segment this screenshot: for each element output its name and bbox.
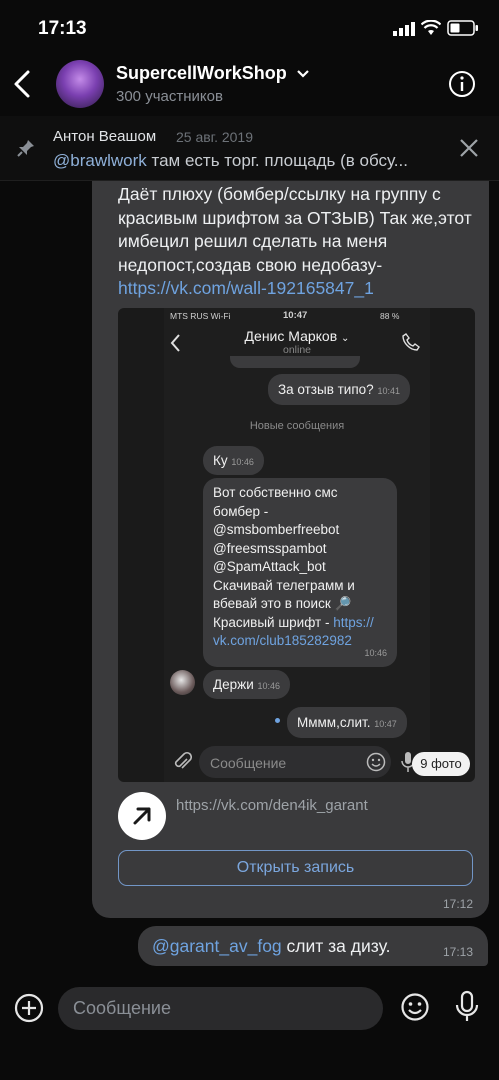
embed-msg-time: 10:47 xyxy=(374,719,397,729)
plus-circle-icon xyxy=(14,993,44,1023)
chat-avatar[interactable] xyxy=(56,60,104,108)
embed-msg-hold: Держи 10:46 xyxy=(203,670,291,699)
embed-unread-dot xyxy=(275,718,280,723)
signal-icon xyxy=(393,22,417,41)
embed-sender-avatar xyxy=(170,670,195,695)
embed-msg-mmm: Мммм,слит. 10:47 xyxy=(287,707,407,738)
pinned-body: там есть торг. площадь (в обсу... xyxy=(146,151,408,170)
chat-member-count: 300 участников xyxy=(116,88,223,105)
embed-status-time: 10:47 xyxy=(283,310,308,321)
microphone-icon xyxy=(455,990,479,1021)
embed-msg-ku: Ку 10:46 xyxy=(203,446,264,475)
embed-contact-name-text: Денис Марков xyxy=(244,328,338,344)
embed-contact-name: Денис Марков ⌄ xyxy=(164,328,430,344)
embed-chevron-icon: ⌄ xyxy=(341,333,350,344)
back-button[interactable] xyxy=(8,64,38,104)
pinned-message-bar[interactable] xyxy=(0,116,499,181)
status-time: 17:13 xyxy=(38,18,87,39)
message2-time: 17:13 xyxy=(443,945,474,959)
pinned-author: Антон Веашом xyxy=(53,128,157,145)
message-input-placeholder: Сообщение xyxy=(73,998,171,1018)
link-preview-url[interactable]: https://vk.com/den4ik_garant xyxy=(176,797,368,814)
embed-input-placeholder: Сообщение xyxy=(210,755,287,771)
share-link-button[interactable] xyxy=(118,792,166,840)
chevron-left-icon xyxy=(14,70,30,98)
embed-carrier: MTS RUS Wi-Fi xyxy=(170,311,231,321)
pinned-text: @brawlwork там есть торг. площадь (в обс… xyxy=(53,151,408,171)
embed-contact-status: online xyxy=(282,344,312,356)
unpin-button[interactable] xyxy=(458,137,480,164)
embed-msg-mmm-text: Мммм,слит. xyxy=(297,715,371,730)
pin-icon xyxy=(16,138,36,163)
embed-msg-long: Вот собственно смс бомбер - @smsbomberfr… xyxy=(203,478,397,667)
wifi-icon xyxy=(420,19,442,41)
message2-text: @garant_av_fog слит за дизу. xyxy=(152,936,390,957)
embed-attach-icon xyxy=(172,750,193,779)
chevron-down-icon xyxy=(296,70,309,78)
embed-emoji-icon xyxy=(366,752,386,777)
embed-msg-review: За отзыв типо? 10:41 xyxy=(268,374,410,405)
embed-msg-time: 10:46 xyxy=(364,648,387,658)
message-time: 17:12 xyxy=(443,897,474,911)
embed-msg-review-text: За отзыв типо? xyxy=(278,382,374,397)
photo-count-badge[interactable]: 9 фото xyxy=(412,752,470,776)
message-link[interactable]: https://vk.com/wall-192165847_1 xyxy=(118,278,374,298)
emoji-button[interactable] xyxy=(400,992,430,1027)
open-post-button[interactable]: Открыть запись xyxy=(118,850,473,886)
chat-title-text: SupercellWorkShop xyxy=(116,63,287,83)
embed-new-messages-divider: Новые сообщения xyxy=(249,420,345,432)
message-text: Даёт плюху (бомбер/ссылку на группу с кр… xyxy=(118,183,478,301)
arrow-up-right-icon xyxy=(133,807,151,825)
message2-body: слит за дизу. xyxy=(281,936,391,956)
info-button[interactable] xyxy=(448,70,476,98)
voice-message-button[interactable] xyxy=(453,990,481,1029)
embed-battery: 88 % xyxy=(380,311,400,321)
embed-msg-time: 10:46 xyxy=(257,681,281,691)
embed-msg-ku-text: Ку xyxy=(213,453,228,468)
close-icon xyxy=(460,139,478,157)
pinned-mention[interactable]: @brawlwork xyxy=(53,151,147,170)
message2-mention[interactable]: @garant_av_fog xyxy=(152,936,282,956)
smile-icon xyxy=(401,993,429,1021)
attach-button[interactable] xyxy=(13,992,45,1029)
embed-prev-bubble xyxy=(230,356,360,368)
pinned-date: 25 авг. 2019 xyxy=(176,129,254,145)
chat-title[interactable]: SupercellWorkShop xyxy=(116,63,310,84)
message-body: Даёт плюху (бомбер/ссылку на группу с кр… xyxy=(118,184,472,275)
embed-msg-time: 10:41 xyxy=(377,386,400,396)
embed-msg-long-text: Вот собственно смс бомбер - @smsbomberfr… xyxy=(213,485,355,630)
battery-icon xyxy=(447,20,479,41)
embed-msg-hold-text: Держи xyxy=(213,677,254,692)
info-icon xyxy=(449,71,475,97)
embed-msg-time: 10:46 xyxy=(231,457,254,467)
